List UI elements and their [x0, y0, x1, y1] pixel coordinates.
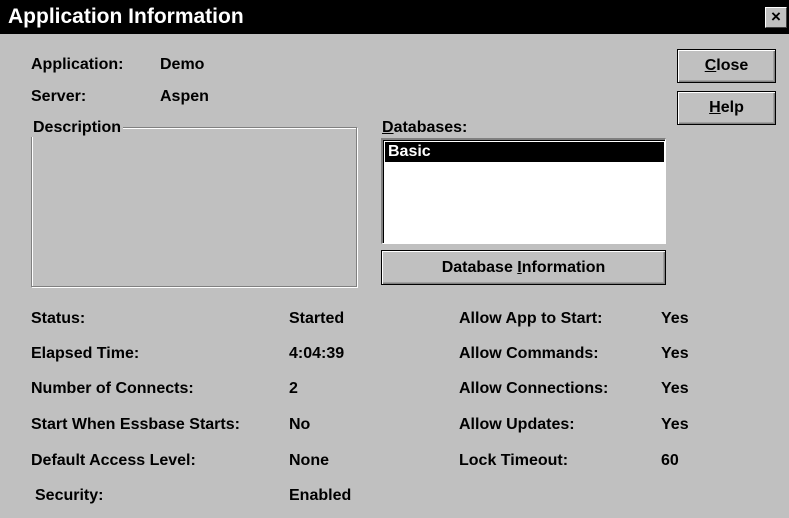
security-value: Enabled	[289, 487, 352, 504]
allow-updates-value: Yes	[661, 416, 689, 433]
lock-timeout-label: Lock Timeout:	[459, 452, 569, 469]
start-when-essbase-starts-value: No	[289, 416, 311, 433]
application-value: Demo	[160, 56, 205, 73]
default-access-level-label: Default Access Level:	[31, 452, 196, 469]
number-of-connects-value: 2	[289, 380, 298, 397]
description-group	[31, 127, 357, 287]
close-button-label: lose	[716, 57, 749, 74]
title-bar[interactable]: Application Information ×	[0, 0, 789, 34]
status-value: Started	[289, 310, 345, 327]
lock-timeout-value: 60	[661, 452, 679, 469]
close-window-icon[interactable]: ×	[765, 7, 787, 28]
allow-commands-value: Yes	[661, 345, 689, 362]
allow-connections-label: Allow Connections:	[459, 380, 609, 397]
databases-label: Databases:	[382, 119, 467, 137]
database-information-button[interactable]: Database Information	[381, 250, 666, 285]
security-label: Security:	[35, 487, 104, 504]
help-button[interactable]: Help	[677, 91, 776, 125]
allow-connections-value: Yes	[661, 380, 689, 397]
elapsed-time-label: Elapsed Time:	[31, 345, 140, 362]
number-of-connects-label: Number of Connects:	[31, 380, 194, 397]
help-button-label: elp	[720, 99, 744, 116]
database-item-basic[interactable]: Basic	[385, 142, 664, 162]
help-button-accel: H	[709, 99, 721, 116]
start-when-essbase-starts-label: Start When Essbase Starts:	[31, 416, 240, 433]
status-label: Status:	[31, 310, 86, 327]
allow-app-to-start-value: Yes	[661, 310, 689, 327]
databases-label-text: atabases:	[393, 119, 468, 136]
allow-commands-label: Allow Commands:	[459, 345, 599, 362]
elapsed-time-value: 4:04:39	[289, 345, 345, 362]
dbinfo-label-pre: Database	[441, 259, 518, 276]
close-button[interactable]: Close	[677, 49, 776, 83]
allow-updates-label: Allow Updates:	[459, 416, 575, 433]
server-label: Server:	[31, 88, 87, 105]
application-label: Application:	[31, 56, 124, 73]
dbinfo-label-rest: nformation	[521, 259, 606, 276]
dialog-title: Application Information	[8, 5, 244, 28]
databases-label-accel: D	[382, 119, 394, 136]
default-access-level-value: None	[289, 452, 329, 469]
server-value: Aspen	[160, 88, 209, 105]
application-information-dialog: Application Information × Application: D…	[0, 0, 789, 518]
databases-listbox[interactable]: Basic	[381, 138, 666, 244]
close-button-accel: C	[704, 57, 717, 74]
allow-app-to-start-label: Allow App to Start:	[459, 310, 603, 327]
description-label: Description	[31, 119, 124, 137]
